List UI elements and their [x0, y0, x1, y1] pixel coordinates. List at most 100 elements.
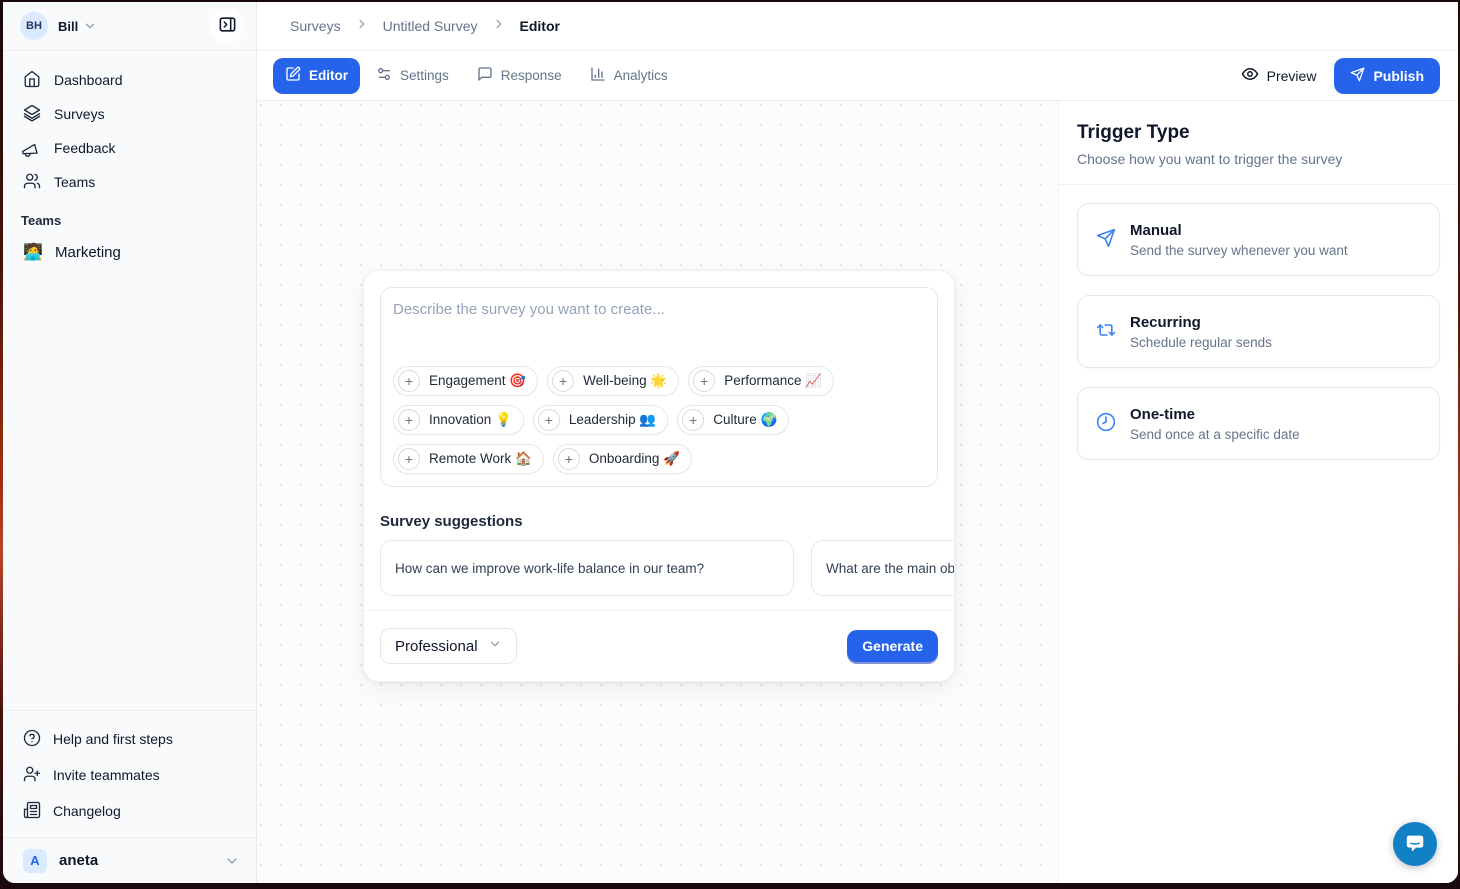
- option-title: Manual: [1130, 222, 1348, 239]
- chat-bubble-icon: [1404, 832, 1426, 857]
- tab-label: Response: [501, 68, 562, 83]
- option-description: Schedule regular sends: [1130, 335, 1272, 350]
- chip-innovation[interactable]: +Innovation 💡: [393, 405, 524, 435]
- help-circle-icon: [23, 729, 41, 750]
- chip-remote-work[interactable]: +Remote Work 🏠: [393, 444, 544, 474]
- publish-button[interactable]: Publish: [1334, 58, 1440, 94]
- avatar: BH: [20, 12, 48, 40]
- editor-canvas: +Engagement 🎯 +Well-being 🌟 +Performance…: [257, 101, 1058, 883]
- home-icon: [23, 70, 41, 91]
- breadcrumb-editor: Editor: [520, 18, 560, 34]
- sidebar-collapse-button[interactable]: [210, 9, 244, 43]
- builder-footer: Professional Generate: [364, 610, 954, 681]
- tab-settings[interactable]: Settings: [364, 58, 461, 94]
- changelog-icon: [23, 801, 41, 822]
- repeat-icon: [1096, 320, 1116, 343]
- suggestion-card[interactable]: What are the main ob: [811, 540, 954, 596]
- generate-button[interactable]: Generate: [847, 630, 938, 662]
- sidebar-item-changelog[interactable]: Changelog: [3, 793, 256, 829]
- sidebar-item-feedback[interactable]: Feedback: [3, 131, 256, 165]
- chip-leadership[interactable]: + Leadership 👥: [533, 405, 668, 435]
- chip-label: Innovation 💡: [429, 412, 512, 428]
- chip-culture[interactable]: +Culture 🌍: [677, 405, 789, 435]
- plus-icon: +: [398, 448, 420, 470]
- chevron-down-icon: [488, 637, 502, 655]
- bar-chart-icon: [590, 66, 606, 85]
- breadcrumb-untitled-survey[interactable]: Untitled Survey: [383, 18, 478, 34]
- preview-label: Preview: [1267, 68, 1317, 84]
- suggestions-title: Survey suggestions: [364, 503, 954, 530]
- trigger-option-recurring[interactable]: Recurring Schedule regular sends: [1077, 295, 1440, 368]
- panel-title: Trigger Type: [1077, 122, 1440, 144]
- sidebar-item-surveys[interactable]: Surveys: [3, 97, 256, 131]
- builder-top: +Engagement 🎯 +Well-being 🌟 +Performance…: [364, 271, 954, 503]
- sidebar-item-label: Help and first steps: [53, 731, 173, 747]
- tab-label: Analytics: [614, 68, 668, 83]
- layers-icon: [23, 104, 41, 125]
- sidebar-item-dashboard[interactable]: Dashboard: [3, 63, 256, 97]
- tone-value: Professional: [395, 638, 478, 655]
- plus-icon: +: [693, 370, 715, 392]
- chip-label: Leadership 👥: [569, 412, 656, 428]
- workspace-switcher[interactable]: BH Bill: [3, 2, 256, 51]
- sidebar: BH Bill Dashboard Surveys Feedb: [3, 2, 257, 883]
- user-name: Bill: [58, 19, 78, 34]
- plus-icon: +: [538, 409, 560, 431]
- trigger-options: Manual Send the survey whenever you want…: [1059, 185, 1458, 478]
- chat-widget-button[interactable]: [1393, 822, 1437, 866]
- avatar: A: [23, 849, 47, 873]
- chevron-down-icon: [224, 853, 240, 869]
- breadcrumb: Surveys Untitled Survey Editor: [257, 2, 1458, 51]
- chip-onboarding[interactable]: +Onboarding 🚀: [553, 444, 692, 474]
- chip-performance[interactable]: +Performance 📈: [688, 366, 834, 396]
- option-text: Manual Send the survey whenever you want: [1130, 222, 1348, 258]
- suggestion-card[interactable]: How can we improve work-life balance in …: [380, 540, 794, 596]
- sidebar-item-label: Feedback: [54, 140, 115, 156]
- tab-label: Editor: [309, 68, 348, 83]
- sidebar-item-invite[interactable]: Invite teammates: [3, 757, 256, 793]
- main-area: Surveys Untitled Survey Editor Editor Se…: [257, 2, 1458, 883]
- tab-response[interactable]: Response: [465, 58, 574, 94]
- suggestions-row: How can we improve work-life balance in …: [364, 530, 954, 610]
- option-description: Send once at a specific date: [1130, 427, 1300, 442]
- panel-collapse-icon: [218, 15, 237, 37]
- megaphone-icon: [23, 138, 41, 159]
- editor-content: +Engagement 🎯 +Well-being 🌟 +Performance…: [257, 101, 1458, 883]
- chevron-right-icon: [492, 17, 506, 36]
- sidebar-nav: Dashboard Surveys Feedback Teams Teams 🧑…: [3, 51, 256, 270]
- plus-icon: +: [552, 370, 574, 392]
- sidebar-item-label: Teams: [54, 174, 95, 190]
- trigger-option-manual[interactable]: Manual Send the survey whenever you want: [1077, 203, 1440, 276]
- app-window: BH Bill Dashboard Surveys Feedb: [3, 2, 1458, 883]
- account-menu[interactable]: A aneta: [3, 837, 256, 883]
- tone-select[interactable]: Professional: [380, 628, 517, 664]
- sidebar-item-label: Invite teammates: [53, 767, 160, 783]
- team-name: Marketing: [55, 244, 121, 261]
- publish-label: Publish: [1373, 68, 1424, 84]
- tab-editor[interactable]: Editor: [273, 58, 360, 94]
- tab-analytics[interactable]: Analytics: [578, 58, 680, 94]
- option-text: One-time Send once at a specific date: [1130, 406, 1300, 442]
- sidebar-item-team-marketing[interactable]: 🧑‍💻 Marketing: [3, 234, 256, 270]
- plus-icon: +: [682, 409, 704, 431]
- sidebar-item-teams[interactable]: Teams: [3, 165, 256, 199]
- survey-builder-card: +Engagement 🎯 +Well-being 🌟 +Performance…: [363, 270, 955, 682]
- breadcrumb-surveys[interactable]: Surveys: [290, 18, 341, 34]
- trigger-option-one-time[interactable]: One-time Send once at a specific date: [1077, 387, 1440, 460]
- users-icon: [23, 172, 41, 193]
- trigger-type-panel: Trigger Type Choose how you want to trig…: [1058, 101, 1458, 883]
- eye-icon: [1241, 65, 1259, 86]
- chip-well-being[interactable]: +Well-being 🌟: [547, 366, 679, 396]
- chevron-right-icon: [355, 17, 369, 36]
- account-name: aneta: [59, 852, 98, 869]
- plus-icon: +: [558, 448, 580, 470]
- preview-button[interactable]: Preview: [1241, 65, 1317, 86]
- clock-icon: [1096, 412, 1116, 435]
- chip-engagement[interactable]: +Engagement 🎯: [393, 366, 538, 396]
- survey-description-input[interactable]: [393, 301, 925, 366]
- chevron-down-icon: [83, 19, 97, 33]
- plus-icon: +: [398, 370, 420, 392]
- teams-section-label: Teams: [3, 199, 256, 234]
- sidebar-item-help[interactable]: Help and first steps: [3, 721, 256, 757]
- panel-subtitle: Choose how you want to trigger the surve…: [1077, 151, 1440, 167]
